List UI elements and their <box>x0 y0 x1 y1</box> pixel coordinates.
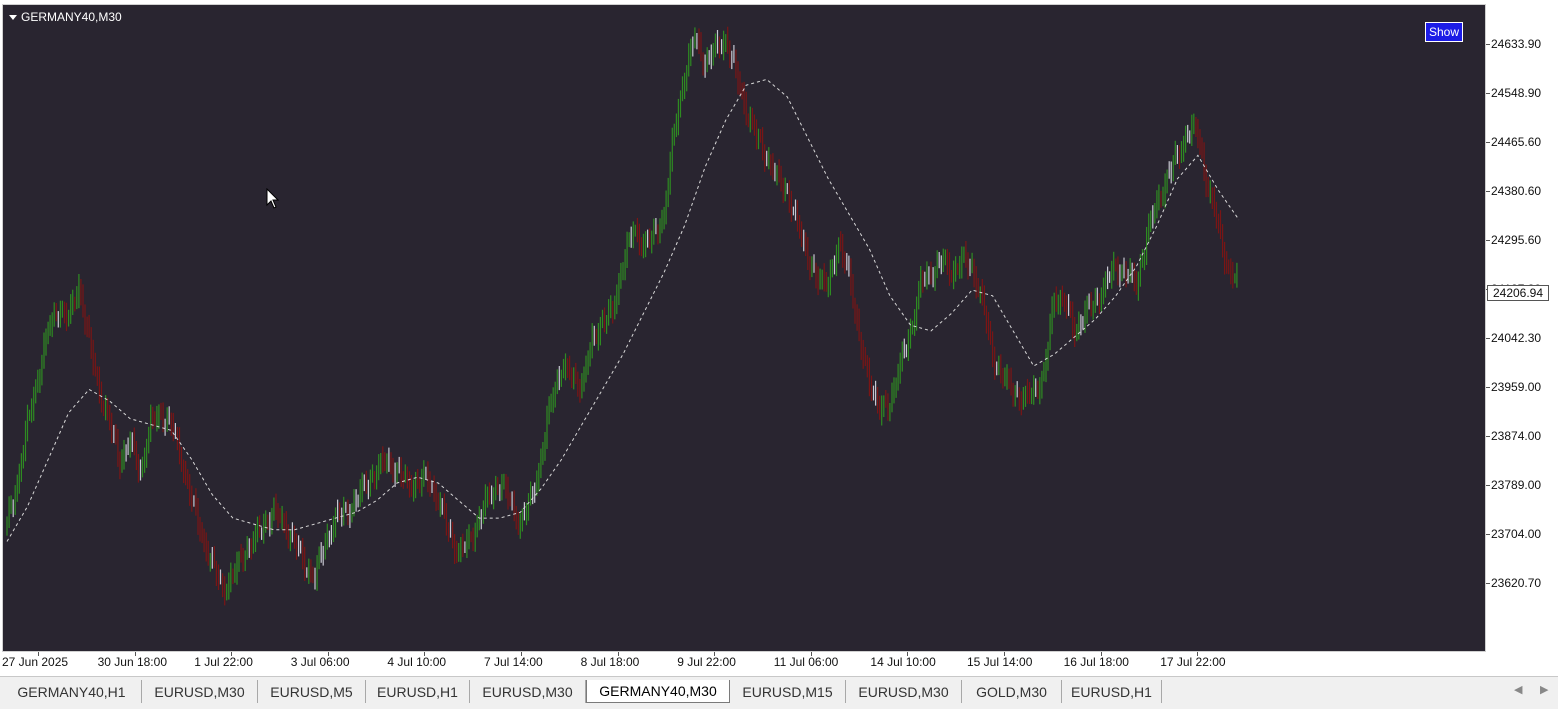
chart-tab-bar: ◀ ▶ GERMANY40,H1 EURUSD,M30 EURUSD,M5 EURUS… <box>0 676 1558 709</box>
chart-tab[interactable]: EURUSD,H1 <box>366 680 470 703</box>
time-tick-label: 27 Jun 2025 <box>2 655 69 669</box>
time-tick-label: 11 Jul 06:00 <box>773 655 839 669</box>
price-tick-label: 23620.70 <box>1491 576 1542 590</box>
collapse-triangle-icon[interactable] <box>9 14 17 20</box>
price-axis[interactable]: 24633.90 24548.90 24465.60 24380.60 24295.60… <box>1486 4 1558 652</box>
price-tick <box>1486 191 1490 192</box>
time-tick-label: 8 Jul 18:00 <box>580 655 640 669</box>
price-tick-label: 23874.00 <box>1491 429 1542 443</box>
price-tick-label: 24380.60 <box>1491 184 1542 198</box>
price-tick <box>1486 583 1490 584</box>
chart-tab[interactable]: GERMANY40,M30 <box>586 680 730 703</box>
mouse-pointer-icon <box>266 188 280 209</box>
symbol-label-text: GERMANY40,M30 <box>21 10 122 24</box>
chart-tab[interactable]: GOLD,M30 <box>962 680 1062 703</box>
chart-tab[interactable]: EURUSD,M30 <box>142 680 258 703</box>
chart-tab[interactable]: EURUSD,M5 <box>258 680 366 703</box>
price-tick-label: 24633.90 <box>1491 37 1542 51</box>
symbol-label[interactable]: GERMANY40,M30 <box>9 10 122 24</box>
price-tick-label: 24042.30 <box>1491 331 1542 345</box>
chart-area[interactable]: GERMANY40,M30 Show <box>2 4 1486 652</box>
show-button[interactable]: Show <box>1425 22 1463 42</box>
time-tick-label: 9 Jul 22:00 <box>677 655 736 669</box>
scroll-right-icon[interactable]: ▶ <box>1540 683 1548 696</box>
time-tick-label: 7 Jul 14:00 <box>484 655 543 669</box>
price-tick-label: 23959.00 <box>1491 380 1542 394</box>
time-tick-label: 14 Jul 10:00 <box>870 655 936 669</box>
price-chart[interactable] <box>3 5 1485 651</box>
price-tick <box>1486 436 1490 437</box>
price-tick <box>1486 93 1490 94</box>
price-tick <box>1486 240 1490 241</box>
time-tick-label: 30 Jun 18:00 <box>97 655 167 669</box>
time-tick-label: 16 Jul 18:00 <box>1063 655 1129 669</box>
chart-tab[interactable]: EURUSD,M30 <box>470 680 586 703</box>
price-tick-label: 24295.60 <box>1491 233 1542 247</box>
chart-tab[interactable]: EURUSD,M30 <box>846 680 962 703</box>
time-tick-label: 15 Jul 14:00 <box>967 655 1033 669</box>
price-tick <box>1486 142 1490 143</box>
price-tick <box>1486 534 1490 535</box>
chart-tab[interactable]: EURUSD,H1 <box>1062 680 1162 703</box>
time-tick-label: 3 Jul 06:00 <box>290 655 350 669</box>
time-axis[interactable]: 27 Jun 2025 30 Jun 18:00 1 Jul 22:00 3 Jul … <box>0 652 1486 674</box>
price-tick <box>1486 387 1490 388</box>
price-tick-label: 24465.60 <box>1491 135 1542 149</box>
price-tick <box>1486 485 1490 486</box>
price-tick <box>1486 44 1490 45</box>
time-tick-label: 1 Jul 22:00 <box>194 655 253 669</box>
price-tick <box>1486 338 1490 339</box>
price-tick-label: 23789.00 <box>1491 478 1542 492</box>
time-tick-label: 4 Jul 10:00 <box>387 655 447 669</box>
time-tick-label: 17 Jul 22:00 <box>1160 655 1226 669</box>
price-tick-label: 24548.90 <box>1491 86 1542 100</box>
current-price-label: 24206.94 <box>1487 285 1549 301</box>
scroll-left-icon[interactable]: ◀ <box>1514 683 1522 696</box>
chart-tab[interactable]: GERMANY40,H1 <box>2 680 142 703</box>
chart-tab[interactable]: EURUSD,M15 <box>730 680 846 703</box>
price-tick-label: 23704.00 <box>1491 527 1542 541</box>
